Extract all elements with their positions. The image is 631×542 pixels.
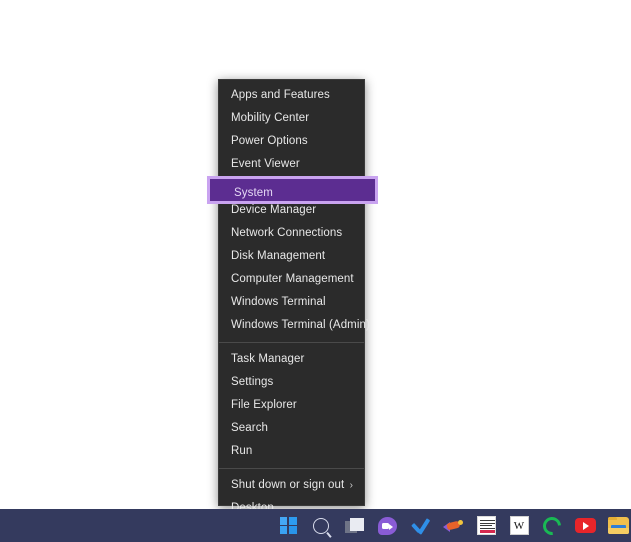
youtube-app-button[interactable] [573, 514, 597, 538]
checkmark-app-button[interactable] [408, 514, 432, 538]
chat-button[interactable] [375, 514, 399, 538]
start-button[interactable] [276, 514, 300, 538]
menu-item-shut-down-or-sign-out[interactable]: Shut down or sign out › [219, 474, 364, 497]
menu-item-label: System [234, 187, 273, 199]
menu-item-search[interactable]: Search [219, 417, 364, 440]
file-explorer-button[interactable] [606, 514, 630, 538]
menu-item-file-explorer[interactable]: File Explorer [219, 394, 364, 417]
desktop-screen: Apps and Features Mobility Center Power … [0, 0, 631, 542]
menu-item-network-connections[interactable]: Network Connections [219, 222, 364, 245]
menu-item-system-slot: System [207, 176, 378, 204]
menu-separator-1 [219, 342, 364, 343]
menu-item-label: Shut down or sign out [231, 479, 345, 491]
menu-item-label: File Explorer [231, 399, 297, 411]
menu-item-label: Windows Terminal [231, 296, 326, 308]
youtube-icon [574, 518, 596, 533]
menu-item-system[interactable]: System [207, 176, 378, 204]
spotify-app-button[interactable] [539, 512, 565, 539]
rocket-app-button[interactable] [441, 514, 465, 538]
menu-item-task-manager[interactable]: Task Manager [219, 348, 364, 371]
menu-item-mobility-center[interactable]: Mobility Center [219, 107, 364, 130]
news-tile-icon [476, 516, 496, 535]
menu-item-windows-terminal[interactable]: Windows Terminal [219, 291, 364, 314]
menu-item-label: Event Viewer [231, 158, 300, 170]
menu-item-label: Mobility Center [231, 112, 310, 124]
menu-item-label: Computer Management [231, 273, 354, 285]
menu-item-event-viewer[interactable]: Event Viewer [219, 153, 364, 176]
menu-item-label: Run [231, 445, 253, 457]
taskbar-icon-tray: W [276, 509, 630, 542]
rocket-icon [443, 518, 463, 534]
wikipedia-icon: W [509, 516, 529, 535]
winx-context-menu[interactable]: Apps and Features Mobility Center Power … [207, 79, 378, 514]
menu-item-power-options[interactable]: Power Options [219, 130, 364, 153]
menu-item-windows-terminal-admin[interactable]: Windows Terminal (Admin) [219, 314, 370, 337]
menu-item-label: Task Manager [231, 353, 305, 365]
chevron-right-icon: › [349, 480, 353, 491]
menu-item-label: Apps and Features [231, 89, 330, 101]
menu-item-label: Search [231, 422, 269, 434]
green-ring-icon [539, 512, 565, 539]
menu-item-settings[interactable]: Settings [219, 371, 364, 394]
menu-item-label: Network Connections [231, 227, 343, 239]
menu-item-label: Disk Management [231, 250, 326, 262]
start-button-icon [279, 517, 297, 534]
wikipedia-app-button[interactable]: W [507, 514, 531, 538]
search-button[interactable] [309, 514, 333, 538]
menu-item-label: Windows Terminal (Admin) [231, 319, 370, 331]
menu-item-label: Power Options [231, 135, 308, 147]
menu-item-run[interactable]: Run [219, 440, 364, 463]
menu-separator-2 [219, 468, 364, 469]
file-explorer-icon [607, 517, 629, 534]
menu-item-disk-management[interactable]: Disk Management [219, 245, 364, 268]
checkmark-icon [410, 517, 431, 535]
search-icon [313, 517, 329, 534]
menu-item-computer-management[interactable]: Computer Management [219, 268, 364, 291]
news-app-button[interactable] [474, 514, 498, 538]
chat-icon [377, 516, 397, 535]
menu-item-apps-and-features[interactable]: Apps and Features [219, 84, 364, 107]
task-view-icon [344, 518, 364, 533]
menu-item-label: Settings [231, 376, 274, 388]
task-view-button[interactable] [342, 514, 366, 538]
taskbar[interactable]: W [0, 509, 631, 542]
